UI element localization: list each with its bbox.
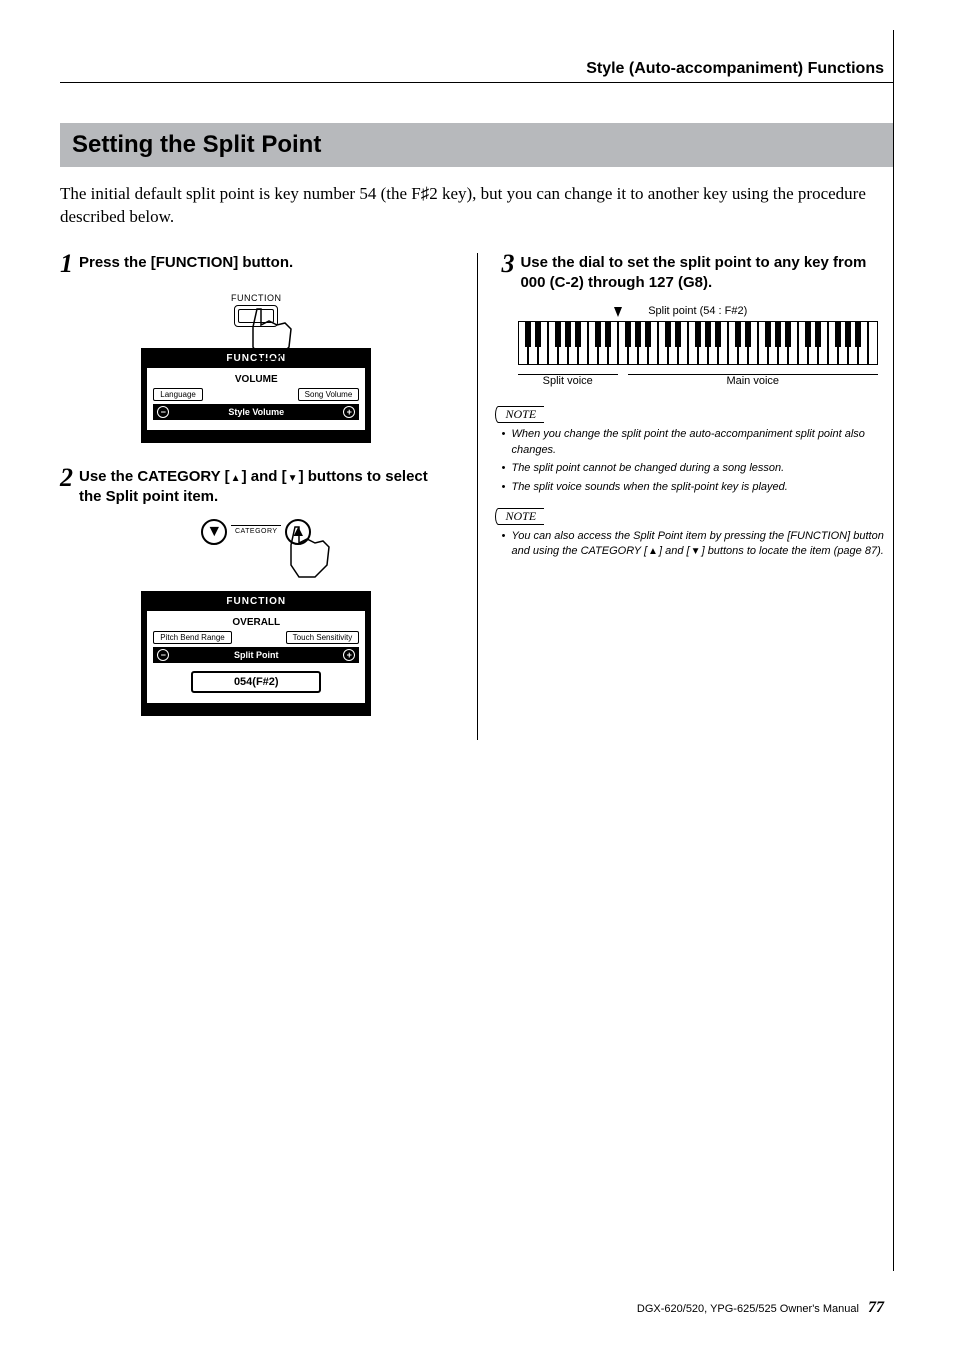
step-2-text: Use the CATEGORY [▲] and [▼] buttons to … bbox=[79, 467, 453, 508]
lcd1-category: VOLUME bbox=[153, 374, 359, 385]
function-button-illustration: FUNCTION bbox=[231, 293, 282, 332]
section-header: Style (Auto-accompaniment) Functions bbox=[60, 60, 894, 78]
lcd2-plus-icon: + bbox=[343, 649, 355, 661]
page-footer: DGX-620/520, YPG-625/525 Owner's Manual … bbox=[637, 1299, 884, 1317]
lcd2-minus-icon: − bbox=[157, 649, 169, 661]
note-block-2: NOTE You can also access the Split Point… bbox=[501, 507, 894, 560]
split-voice-label: Split voice bbox=[518, 375, 618, 387]
note-2-tag: NOTE bbox=[501, 508, 544, 525]
step-2: 2 Use the CATEGORY [▲] and [▼] buttons t… bbox=[60, 467, 453, 508]
page-right-rule bbox=[893, 30, 894, 1271]
note-1-item: The split voice sounds when the split-po… bbox=[501, 480, 894, 495]
lcd2-next-item: Touch Sensitivity bbox=[286, 631, 360, 644]
split-point-arrow-icon bbox=[614, 307, 622, 317]
page: Style (Auto-accompaniment) Functions Set… bbox=[0, 0, 954, 1351]
step-3: 3 Use the dial to set the split point to… bbox=[501, 253, 894, 294]
lcd-panel-2: FUNCTION OVERALL Pitch Bend Range Touch … bbox=[141, 591, 371, 716]
step-1-text: Press the [FUNCTION] button. bbox=[79, 253, 293, 273]
step-1-number: 1 bbox=[60, 251, 73, 277]
note-1-item: When you change the split point the auto… bbox=[501, 427, 894, 458]
category-up-icon: ▲ bbox=[647, 546, 659, 558]
title-bar: Setting the Split Point bbox=[60, 123, 894, 167]
lcd1-plus-icon: + bbox=[343, 406, 355, 418]
lcd2-category: OVERALL bbox=[153, 617, 359, 628]
note-2-item: You can also access the Split Point item… bbox=[501, 529, 894, 560]
press-hand-icon bbox=[247, 307, 297, 361]
page-title: Setting the Split Point bbox=[72, 131, 321, 158]
lcd2-header: FUNCTION bbox=[143, 593, 369, 610]
right-column: 3 Use the dial to set the split point to… bbox=[501, 253, 894, 741]
piano-keyboard-icon bbox=[518, 321, 878, 365]
intro-text: The initial default split point is key n… bbox=[60, 183, 894, 229]
press-hand-icon bbox=[285, 525, 335, 579]
lcd1-current-item: Style Volume bbox=[228, 407, 284, 417]
step-2-number: 2 bbox=[60, 465, 73, 491]
category-label: CATEGORY bbox=[235, 528, 278, 535]
function-button-label: FUNCTION bbox=[231, 293, 282, 303]
keyboard-caption: Split point (54 : F#2) bbox=[501, 305, 894, 317]
lcd1-prev-item: Language bbox=[153, 388, 203, 401]
step-2-figure: ▼ CATEGORY ▲ FUNCTION OVERALL Pitch Bend… bbox=[60, 515, 453, 716]
category-down-icon: ▼ bbox=[287, 473, 299, 485]
left-column: 1 Press the [FUNCTION] button. FUNCTION … bbox=[60, 253, 453, 741]
category-down-button-icon: ▼ bbox=[201, 519, 227, 545]
note-block-1: NOTE When you change the split point the… bbox=[501, 405, 894, 495]
category-up-icon: ▲ bbox=[230, 473, 242, 485]
lcd1-next-item: Song Volume bbox=[298, 388, 360, 401]
lcd1-minus-icon: − bbox=[157, 406, 169, 418]
step-3-text: Use the dial to set the split point to a… bbox=[520, 253, 894, 294]
note-1-item: The split point cannot be changed during… bbox=[501, 461, 894, 476]
manual-name: DGX-620/520, YPG-625/525 Owner's Manual bbox=[637, 1303, 859, 1315]
category-down-icon: ▼ bbox=[690, 546, 702, 558]
lcd2-value: 054(F#2) bbox=[191, 671, 321, 693]
lcd2-prev-item: Pitch Bend Range bbox=[153, 631, 232, 644]
main-voice-label: Main voice bbox=[628, 375, 878, 387]
lcd2-current-item: Split Point bbox=[234, 650, 279, 660]
page-number: 77 bbox=[868, 1299, 884, 1316]
keyboard-figure: Split point (54 : F#2) Split voice Main … bbox=[501, 305, 894, 387]
step-1-figure: FUNCTION FUNCTION VOLUME Language Song V… bbox=[60, 287, 453, 443]
section-header-rule bbox=[60, 82, 894, 83]
category-buttons-illustration: ▼ CATEGORY ▲ bbox=[201, 519, 311, 545]
step-3-number: 3 bbox=[501, 251, 514, 277]
lcd-panel-1: FUNCTION VOLUME Language Song Volume − S… bbox=[141, 348, 371, 443]
note-1-tag: NOTE bbox=[501, 406, 544, 423]
step-1: 1 Press the [FUNCTION] button. bbox=[60, 253, 453, 279]
column-divider bbox=[477, 253, 478, 741]
